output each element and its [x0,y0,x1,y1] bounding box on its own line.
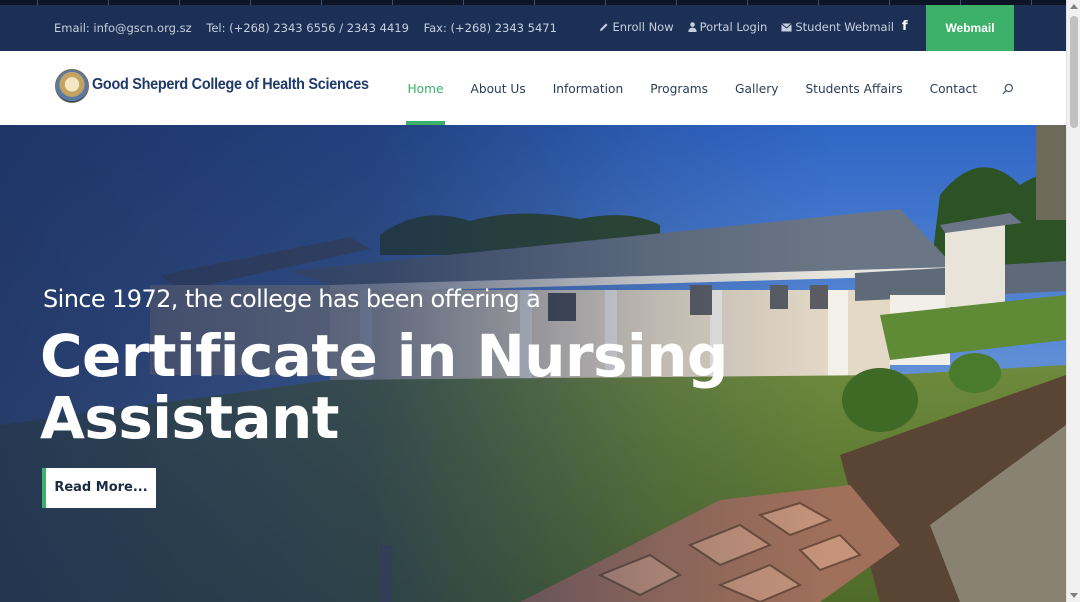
webmail-button[interactable]: Webmail [926,5,1014,51]
scrollbar-thumb[interactable] [1070,16,1078,128]
enroll-now-label: Enroll Now [612,20,674,34]
college-crest-icon[interactable] [55,69,89,103]
top-contact-bar: Email: info@gscn.org.sz Tel: (+268) 2343… [0,5,1066,51]
search-icon[interactable] [1002,83,1014,95]
portal-login-label: Portal Login [699,20,768,34]
student-webmail-link[interactable]: Student Webmail [781,20,894,34]
contact-fax: Fax: (+268) 2343 5471 [423,21,557,35]
scroll-down-arrow-icon[interactable] [1070,593,1078,598]
hero-subtitle: Since 1972, the college has been offerin… [43,285,541,313]
nav-item-programs[interactable]: Programs [637,51,722,125]
facebook-icon[interactable]: f [902,19,912,35]
student-webmail-label: Student Webmail [795,20,894,34]
portal-login-link[interactable]: Portal Login [687,20,768,34]
hero-slider: Since 1972, the college has been offerin… [0,125,1066,602]
read-more-button[interactable]: Read More... [42,468,156,508]
hero-title: Certificate in Nursing Assistant [40,322,728,452]
contact-tel: Tel: (+268) 2343 6556 / 2343 4419 [206,21,409,35]
scroll-up-arrow-icon[interactable] [1070,4,1078,9]
site-header: Good Sheperd College of Health Sciences … [0,51,1066,125]
nav-item-gallery[interactable]: Gallery [722,51,792,125]
nav-item-contact[interactable]: Contact [916,51,990,125]
contact-email[interactable]: Email: info@gscn.org.sz [54,21,192,35]
page-scrollbar[interactable] [1066,0,1080,602]
contact-info: Email: info@gscn.org.sz Tel: (+268) 2343… [54,21,568,35]
user-icon [687,22,697,32]
nav-item-about-us[interactable]: About Us [457,51,539,125]
pencil-icon [600,23,608,31]
envelope-icon [781,22,793,31]
brand-name[interactable]: Good Sheperd College of Health Sciences [92,76,369,94]
top-links: Enroll Now Portal Login Student Webmail [585,20,894,34]
nav-item-home[interactable]: Home [394,51,457,125]
nav-item-students-affairs[interactable]: Students Affairs [792,51,916,125]
nav-item-information[interactable]: Information [539,51,637,125]
enroll-now-link[interactable]: Enroll Now [599,20,674,34]
main-nav: Home About Us Information Programs Galle… [394,51,991,125]
